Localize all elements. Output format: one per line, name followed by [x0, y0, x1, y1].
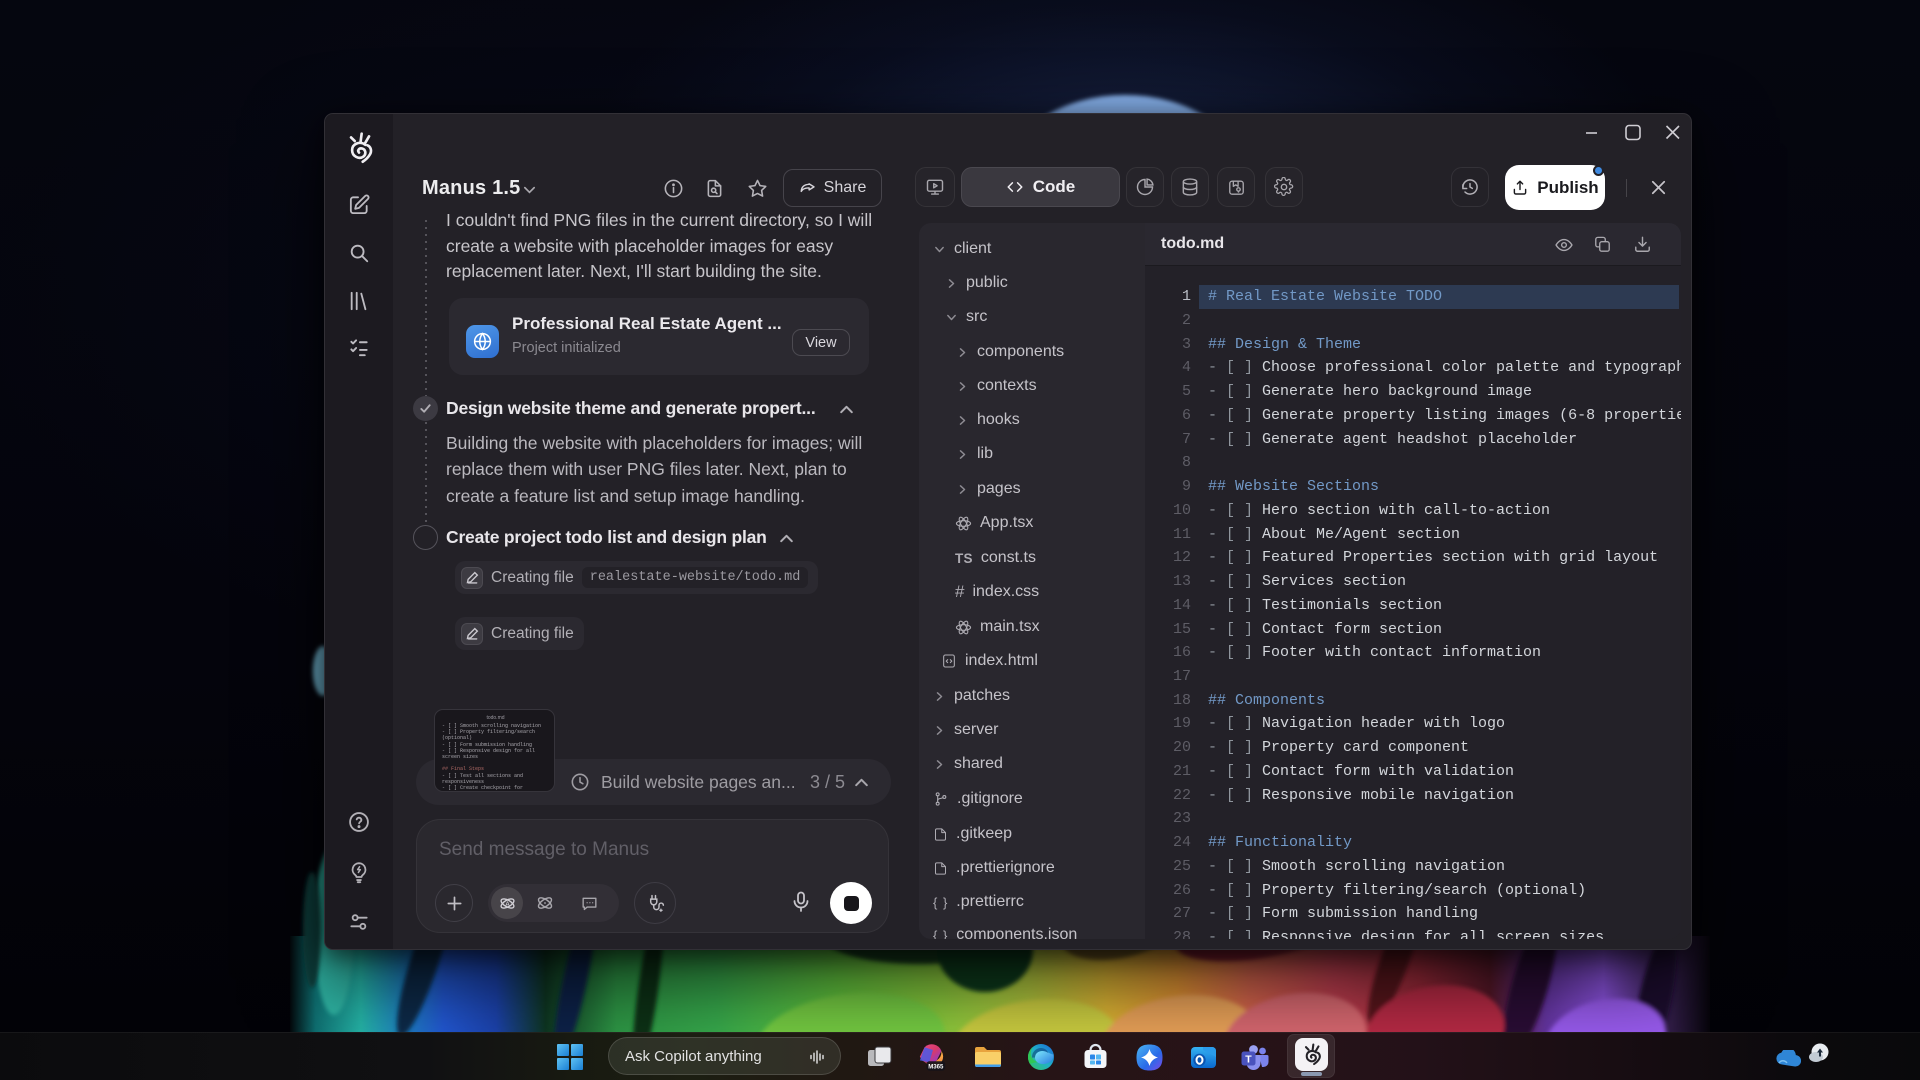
svg-text:T: T: [1245, 1054, 1252, 1066]
svg-text:A: A: [505, 900, 510, 908]
svg-text:M365: M365: [928, 1063, 944, 1070]
